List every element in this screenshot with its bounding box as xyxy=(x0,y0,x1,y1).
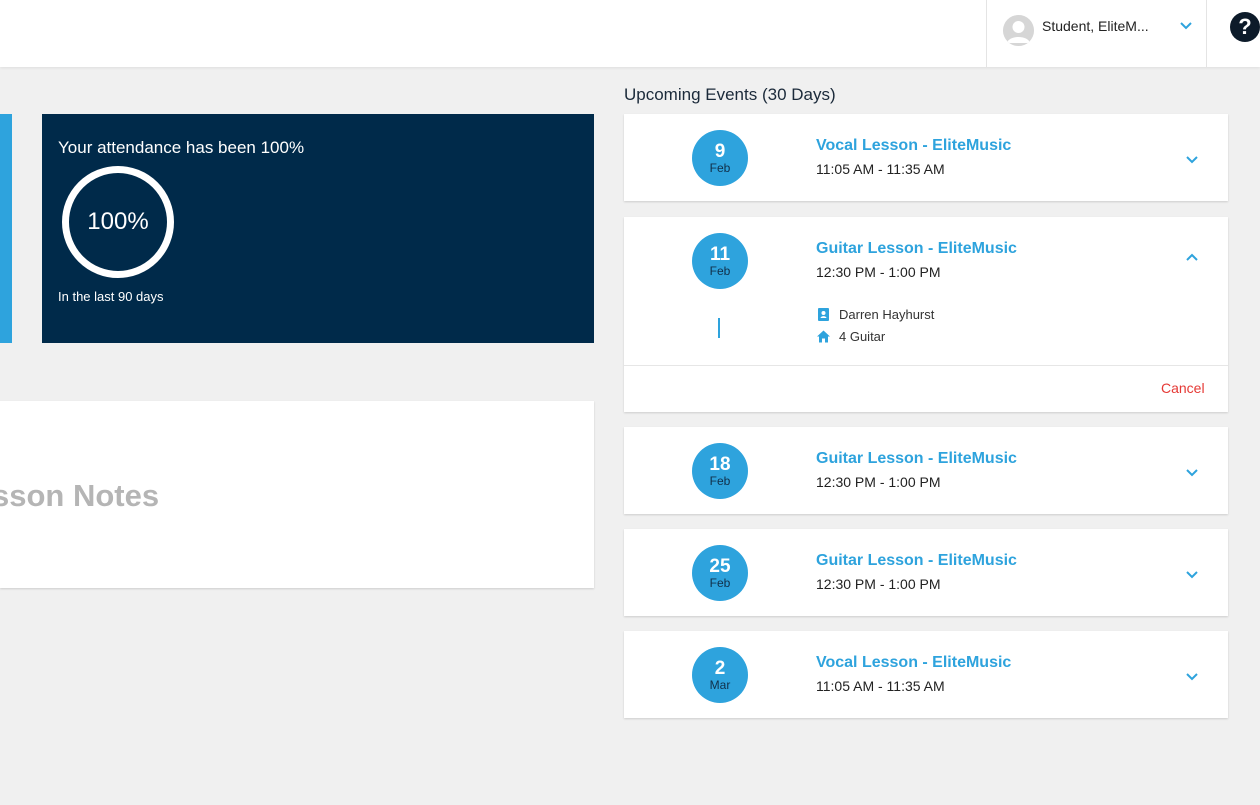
event-day: 11 xyxy=(709,244,731,265)
teacher-name: Darren Hayhurst xyxy=(839,307,935,322)
chevron-down-icon[interactable] xyxy=(1184,152,1200,168)
event-room: 4 Guitar xyxy=(816,329,885,344)
event-time: 12:30 PM - 1:00 PM xyxy=(816,264,941,280)
event-time: 11:05 AM - 11:35 AM xyxy=(816,678,945,694)
attendance-title: Your attendance has been 100% xyxy=(58,138,305,157)
room-name: 4 Guitar xyxy=(839,329,886,344)
event-date: 11 Feb xyxy=(692,233,748,289)
event-date: 25 Feb xyxy=(692,545,748,601)
help-icon[interactable]: ? xyxy=(1230,12,1260,42)
event-day: 2 xyxy=(714,658,726,679)
chevron-down-icon[interactable] xyxy=(1184,465,1200,481)
event-date: 9 Feb xyxy=(692,130,748,186)
user-avatar-icon xyxy=(1003,15,1034,46)
event-date: 18 Feb xyxy=(692,443,748,499)
event-title[interactable]: Guitar Lesson - EliteMusic xyxy=(816,552,1017,570)
chevron-down-icon xyxy=(1180,22,1192,30)
user-menu[interactable]: Student, EliteM... xyxy=(986,0,1207,67)
user-name: Student, EliteM... xyxy=(1042,18,1149,34)
event-time: 11:05 AM - 11:35 AM xyxy=(816,161,945,177)
event-month: Feb xyxy=(709,161,731,175)
event-time: 12:30 PM - 1:00 PM xyxy=(816,474,941,490)
lesson-notes-card[interactable]: sson Notes xyxy=(0,401,594,588)
event-title[interactable]: Vocal Lesson - EliteMusic xyxy=(816,654,1011,672)
attendance-value: 100% xyxy=(87,208,149,235)
contact-card-icon xyxy=(818,308,829,321)
chevron-down-icon[interactable] xyxy=(1184,567,1200,583)
chevron-down-icon[interactable] xyxy=(1184,669,1200,685)
event-date: 2 Mar xyxy=(692,647,748,703)
divider xyxy=(624,365,1228,366)
event-day: 25 xyxy=(709,556,731,577)
cancel-button[interactable]: Cancel xyxy=(1161,380,1205,396)
upcoming-events-heading: Upcoming Events (30 Days) xyxy=(624,85,836,104)
event-card[interactable]: 2 Mar Vocal Lesson - EliteMusic 11:05 AM… xyxy=(624,631,1228,718)
event-title[interactable]: Guitar Lesson - EliteMusic xyxy=(816,450,1017,468)
event-time: 12:30 PM - 1:00 PM xyxy=(816,576,941,592)
attendance-card: Your attendance has been 100% 100% In th… xyxy=(42,114,594,343)
lesson-notes-title: sson Notes xyxy=(0,478,160,513)
event-month: Feb xyxy=(709,264,731,278)
event-card-expanded[interactable]: 11 Feb Guitar Lesson - EliteMusic 12:30 … xyxy=(624,217,1228,412)
event-day: 18 xyxy=(709,454,731,475)
stat-card-partial xyxy=(0,114,12,343)
event-month: Feb xyxy=(709,576,731,590)
event-month: Feb xyxy=(709,474,731,488)
home-icon xyxy=(817,330,830,343)
event-card[interactable]: 18 Feb Guitar Lesson - EliteMusic 12:30 … xyxy=(624,427,1228,514)
event-card[interactable]: 25 Feb Guitar Lesson - EliteMusic 12:30 … xyxy=(624,529,1228,616)
event-day: 9 xyxy=(714,141,726,162)
chevron-up-icon[interactable] xyxy=(1184,249,1200,265)
event-month: Mar xyxy=(709,678,731,692)
event-title[interactable]: Guitar Lesson - EliteMusic xyxy=(816,240,1017,258)
detail-connector xyxy=(718,318,720,338)
event-teacher: Darren Hayhurst xyxy=(816,307,934,322)
attendance-ring: 100% xyxy=(62,166,174,278)
top-bar: Student, EliteM... ? xyxy=(0,0,1260,67)
attendance-subtitle: In the last 90 days xyxy=(58,289,164,304)
event-card[interactable]: 9 Feb Vocal Lesson - EliteMusic 11:05 AM… xyxy=(624,114,1228,201)
event-title[interactable]: Vocal Lesson - EliteMusic xyxy=(816,137,1011,155)
